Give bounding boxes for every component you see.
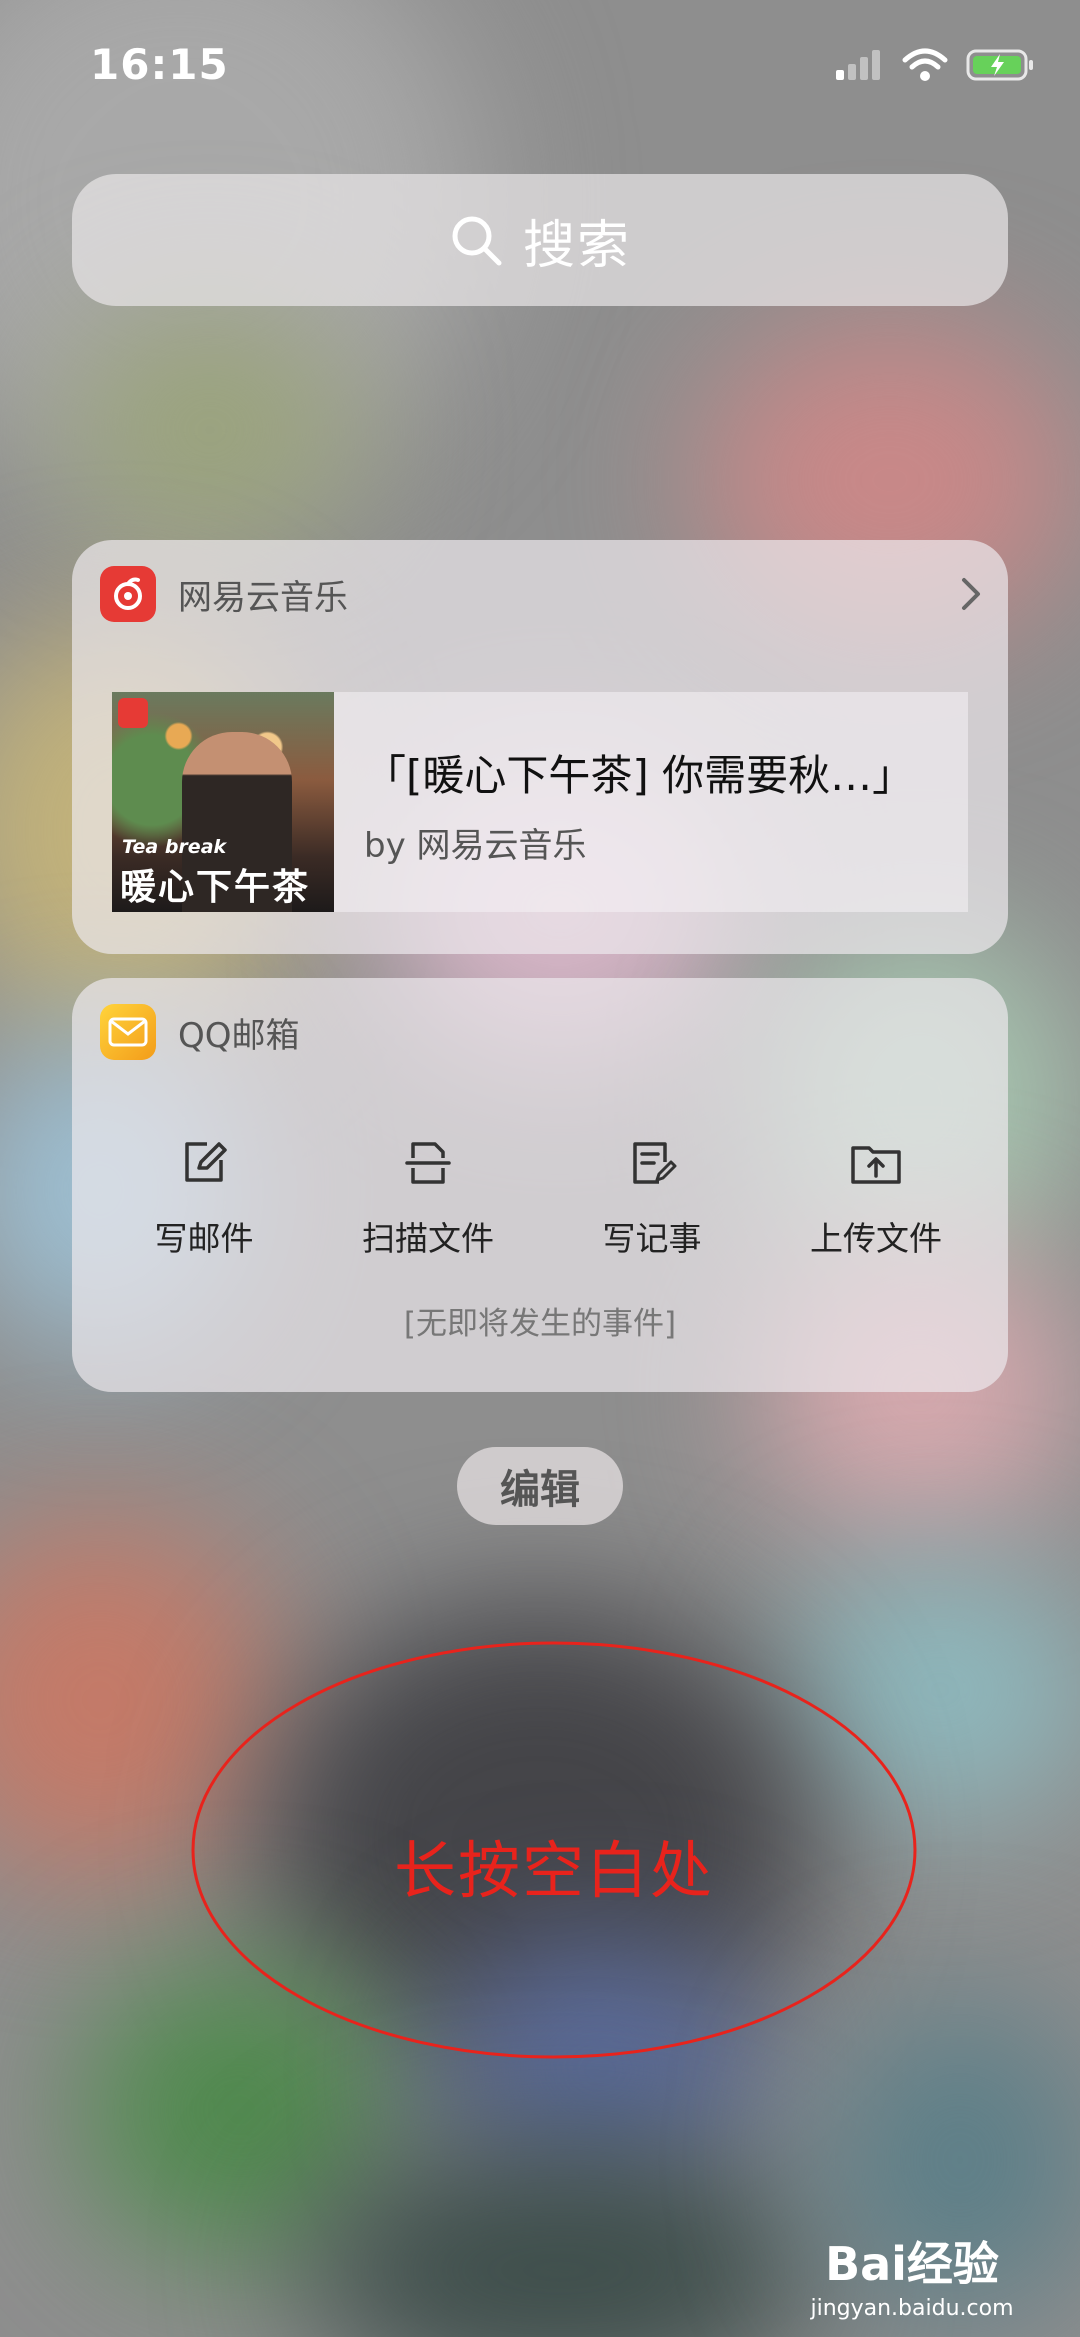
action-label: 写记事 [602, 1219, 702, 1258]
widget-header: 网易云音乐 [100, 566, 348, 622]
note-icon [633, 1142, 677, 1184]
cellular-signal-icon [836, 50, 880, 80]
qq-mail-widget: QQ邮箱 写邮件 扫描文件 写记事 上传文件 [无即将发生的事件] [72, 978, 1008, 1392]
netease-music-widget[interactable]: 网易云音乐 Tea break 暖心下午茶 「[暖心下午茶] 你需要秋…」 by… [72, 540, 1008, 954]
annotation-text: 长按空白处 [393, 1834, 714, 1907]
netease-badge-icon [118, 698, 148, 728]
upload-file-button[interactable]: 上传文件 [776, 1138, 976, 1260]
qq-mail-app-icon [100, 1004, 156, 1060]
cover-subtitle: Tea break [122, 836, 227, 858]
widget-header: QQ邮箱 [100, 1004, 300, 1060]
playlist-card[interactable]: Tea break 暖心下午茶 「[暖心下午茶] 你需要秋…」 by 网易云音乐 [112, 692, 968, 912]
upcoming-events-text: [无即将发生的事件] [403, 1306, 677, 1342]
wifi-icon [902, 48, 948, 81]
action-label: 上传文件 [810, 1219, 942, 1258]
compose-mail-button[interactable]: 写邮件 [104, 1138, 304, 1260]
playlist-cover-image: Tea break 暖心下午茶 [112, 692, 334, 912]
netease-music-app-icon [100, 566, 156, 622]
search-label: 搜索 [522, 215, 631, 276]
quick-actions: 写邮件 扫描文件 写记事 上传文件 [72, 1138, 1008, 1260]
baidu-jingyan-watermark: Bai经验 jingyan.baidu.com [802, 2228, 1022, 2321]
scan-icon [405, 1142, 451, 1184]
chevron-right-icon[interactable] [960, 576, 982, 612]
compose-icon [185, 1142, 227, 1182]
playlist-artist: by 网易云音乐 [364, 826, 587, 866]
search-bar[interactable]: 搜索 [72, 174, 1008, 306]
watermark-brand: Bai经验 [825, 2237, 999, 2291]
watermark-url: jingyan.baidu.com [810, 2296, 1014, 2321]
upload-icon [851, 1146, 901, 1184]
playlist-title: 「[暖心下午茶] 你需要秋…」 [364, 751, 915, 800]
edit-button[interactable]: 编辑 [457, 1447, 623, 1525]
widget-app-name: QQ邮箱 [178, 1015, 300, 1056]
widget-app-name: 网易云音乐 [178, 577, 348, 618]
status-icons [834, 48, 1036, 82]
action-label: 写邮件 [154, 1219, 254, 1258]
status-time: 16:15 [90, 40, 229, 89]
scan-file-button[interactable]: 扫描文件 [328, 1138, 528, 1260]
action-label: 扫描文件 [362, 1219, 494, 1258]
write-note-button[interactable]: 写记事 [552, 1138, 752, 1260]
cover-title: 暖心下午茶 [120, 867, 311, 908]
search-icon [452, 216, 502, 266]
status-bar: 16:15 [0, 0, 1080, 130]
battery-charging-icon [966, 49, 1033, 81]
